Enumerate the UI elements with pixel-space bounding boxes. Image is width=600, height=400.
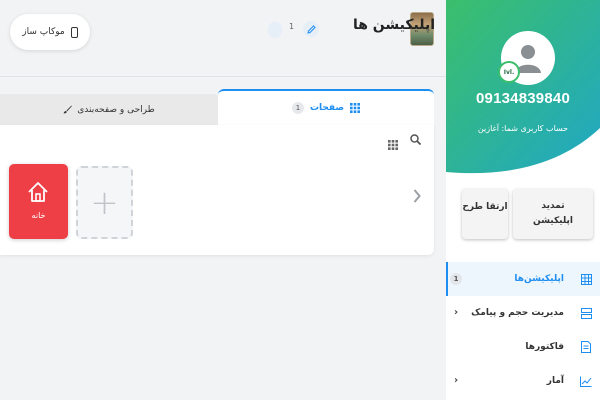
upgrade-label: ارتقا طرح bbox=[462, 202, 508, 212]
sidebar-item-invoices[interactable]: فاکتورها bbox=[446, 330, 600, 364]
search-icon[interactable] bbox=[410, 134, 422, 148]
chevron-left-icon: ‹ bbox=[454, 307, 459, 318]
pencil-icon bbox=[306, 24, 316, 34]
tab-design-layout[interactable]: طراحی و صفحه‌بندی bbox=[0, 94, 218, 125]
plus-icon: + bbox=[90, 182, 119, 223]
edit-title-button[interactable] bbox=[303, 21, 319, 37]
title-count: 1 bbox=[289, 22, 295, 31]
server-icon bbox=[580, 307, 592, 319]
line-chart-icon bbox=[580, 375, 592, 387]
page-tile-home[interactable]: خانه bbox=[9, 164, 68, 239]
sidebar-item-storage-sms[interactable]: مدیریت حجم و پیامک ‹ bbox=[446, 296, 600, 330]
profile-header: Ivl. 09134839840 حساب کاربری شما: آغازین bbox=[446, 0, 600, 175]
account-type: حساب کاربری شما: آغازین bbox=[477, 124, 569, 133]
sidebar-item-label: اپلیکیشن‌ها bbox=[514, 274, 564, 284]
header-wave-background bbox=[446, 0, 600, 174]
sidebar: Ivl. 09134839840 حساب کاربری شما: آغازین… bbox=[446, 0, 600, 400]
renew-label-line2: اپلیکیشن bbox=[533, 216, 573, 226]
home-icon bbox=[28, 182, 48, 202]
brush-icon bbox=[63, 105, 73, 114]
sidebar-menu: اپلیکیشن‌ها 1 مدیریت حجم و پیامک ‹ فاکتو… bbox=[446, 262, 600, 398]
home-tile-label: خانه bbox=[31, 211, 46, 220]
header-divider bbox=[0, 76, 446, 77]
chevron-left-icon: ‹ bbox=[454, 375, 459, 386]
level-badge: Ivl. bbox=[498, 61, 520, 83]
page-title: اپلیکیشن ها bbox=[352, 17, 435, 33]
sidebar-item-label: آمار bbox=[546, 376, 564, 386]
sidebar-item-stats[interactable]: آمار ‹ bbox=[446, 364, 600, 398]
ghost-pill bbox=[268, 22, 282, 38]
upgrade-plan-button[interactable]: ارتقا طرح bbox=[462, 189, 508, 239]
mobile-phone-icon bbox=[70, 26, 78, 38]
grid-table-icon bbox=[580, 273, 592, 285]
sidebar-item-label: فاکتورها bbox=[525, 342, 564, 352]
sidebar-item-apps[interactable]: اپلیکیشن‌ها 1 bbox=[446, 262, 600, 296]
mockup-builder-button[interactable]: موکاپ ساز bbox=[10, 14, 90, 50]
tab-label: طراحی و صفحه‌بندی bbox=[77, 104, 155, 115]
tab-pages[interactable]: صفحات 1 bbox=[218, 89, 434, 125]
tab-label: صفحات bbox=[309, 103, 345, 113]
mockup-label: موکاپ ساز bbox=[22, 27, 65, 37]
renew-app-button[interactable]: تمدید اپلیکیشن bbox=[513, 189, 593, 239]
grid-icon bbox=[350, 103, 361, 113]
chevron-right-icon bbox=[413, 189, 421, 203]
renew-label-line1: تمدید bbox=[541, 201, 565, 211]
user-phone: 09134839840 bbox=[476, 90, 570, 107]
apps-count-badge: 1 bbox=[450, 273, 462, 285]
scroll-arrow-button[interactable] bbox=[413, 188, 421, 208]
pages-count-badge: 1 bbox=[291, 102, 304, 114]
sidebar-item-label: مدیریت حجم و پیامک bbox=[471, 308, 564, 318]
document-icon bbox=[580, 341, 592, 353]
grid-view-icon[interactable] bbox=[388, 135, 398, 154]
add-page-tile[interactable]: + bbox=[76, 166, 133, 239]
